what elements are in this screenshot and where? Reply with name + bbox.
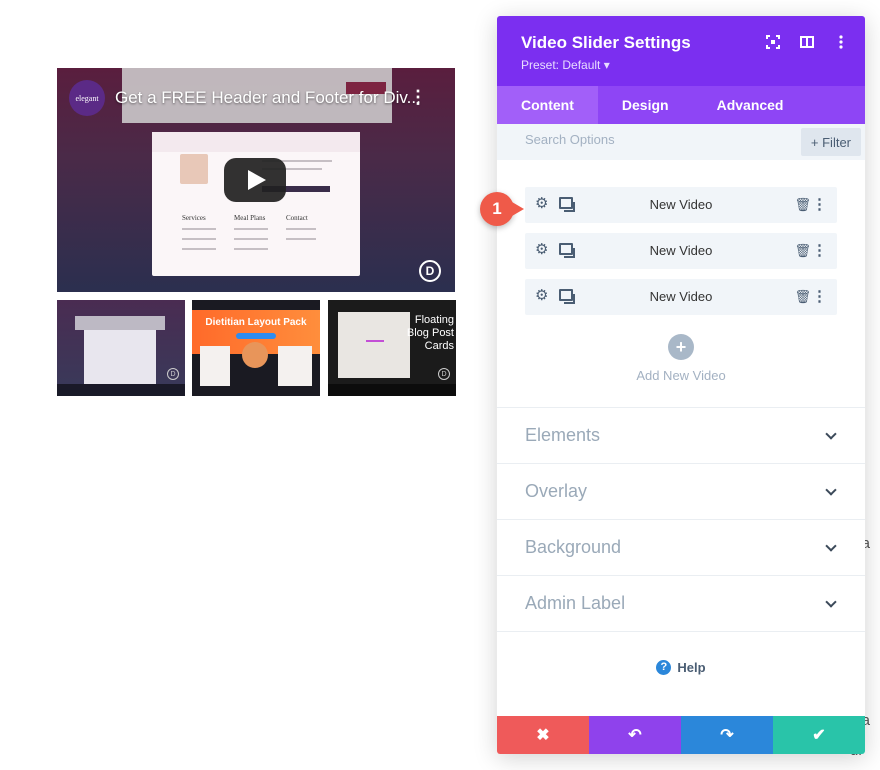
section-label: Overlay (525, 481, 588, 501)
filter-button[interactable]: + Filter (800, 128, 861, 156)
section-background[interactable]: Background (497, 519, 865, 575)
channel-logo[interactable]: elegant (69, 80, 105, 116)
duplicate-icon[interactable] (559, 197, 575, 213)
question-icon: ? (656, 660, 672, 675)
section-elements[interactable]: Elements (497, 407, 865, 463)
duplicate-icon[interactable] (559, 243, 575, 259)
chevron-down-icon (825, 484, 837, 496)
section-admin-label[interactable]: Admin Label (497, 575, 865, 631)
panel-title: Video Slider Settings (521, 33, 691, 52)
trash-icon[interactable]: 🗑 (794, 243, 811, 259)
chevron-down-icon (825, 596, 837, 608)
divi-logo-icon: D (438, 368, 450, 380)
gear-icon[interactable]: ⚙ (535, 242, 551, 258)
section-label: Background (525, 537, 622, 557)
video-title[interactable]: Get a FREE Header and Footer for Div... (115, 88, 421, 108)
video-item[interactable]: New Video ⚙ 🗑 ⋮ (525, 279, 837, 315)
video-thumbnail-2[interactable]: Dietitian Layout Pack (192, 300, 320, 396)
chevron-down-icon (825, 428, 837, 440)
divi-logo-icon: D (419, 260, 441, 282)
duplicate-icon[interactable] (559, 289, 575, 305)
tab-design[interactable]: Design (598, 86, 693, 124)
plus-icon[interactable]: + (668, 334, 694, 360)
video-player[interactable]: Services Meal Plans Contact elegant Get … (57, 68, 455, 292)
step-number-badge: 1 (480, 192, 524, 226)
more-icon[interactable] (833, 34, 849, 50)
search-options-input[interactable] (525, 132, 775, 147)
add-new-video-label[interactable]: Add New Video (497, 368, 865, 383)
expand-icon[interactable] (765, 34, 781, 50)
mock-column-contact: Contact (286, 214, 308, 222)
more-icon[interactable]: ⋮ (812, 195, 827, 213)
trash-icon[interactable]: 🗑 (794, 289, 811, 305)
settings-tabs: Content Design Advanced (497, 86, 865, 124)
tab-content[interactable]: Content (497, 86, 598, 124)
redo-button[interactable]: ↷ (681, 716, 773, 754)
video-item[interactable]: New Video ⚙ 🗑 ⋮ (525, 187, 837, 223)
divider (497, 631, 865, 632)
help-label[interactable]: Help (677, 660, 705, 675)
more-icon[interactable]: ⋮ (812, 241, 827, 259)
mock-column-services: Services (182, 214, 206, 222)
divi-logo-icon: D (167, 368, 179, 380)
gear-icon[interactable]: ⚙ (535, 196, 551, 212)
video-thumbnail-1[interactable]: D (57, 300, 185, 396)
video-thumbnail-3[interactable]: Floating Blog Post Cards D (328, 300, 456, 396)
chevron-down-icon (825, 540, 837, 552)
mock-column-meal-plans: Meal Plans (234, 214, 266, 222)
save-button[interactable]: ✔ (773, 716, 865, 754)
trash-icon[interactable]: 🗑 (794, 197, 811, 213)
cancel-button[interactable]: ✖ (497, 716, 589, 754)
search-bar: + Filter (497, 124, 865, 160)
video-menu-icon[interactable]: ⋮ (409, 88, 427, 106)
preset-selector[interactable]: Preset: Default ▾ (521, 58, 610, 72)
more-icon[interactable]: ⋮ (812, 287, 827, 305)
video-preview-mockup: Services Meal Plans Contact (152, 132, 360, 276)
gear-icon[interactable]: ⚙ (535, 288, 551, 304)
split-view-icon[interactable] (799, 34, 815, 50)
thumbnail-title: Floating Blog Post Cards (406, 314, 454, 352)
help-link[interactable]: ? Help (497, 660, 865, 675)
panel-footer: ✖ ↶ ↷ ✔ (497, 716, 865, 754)
section-overlay[interactable]: Overlay (497, 463, 865, 519)
section-label: Elements (525, 425, 601, 445)
page: s a ur s. s a ur Services Meal Plans Con… (0, 0, 880, 770)
panel-header: Video Slider Settings Preset: Default ▾ (497, 16, 865, 86)
tab-advanced[interactable]: Advanced (693, 86, 808, 124)
add-new-video[interactable]: + Add New Video (497, 334, 865, 383)
settings-panel: Video Slider Settings Preset: Default ▾ … (497, 16, 865, 754)
play-button[interactable] (224, 158, 286, 202)
undo-button[interactable]: ↶ (589, 716, 681, 754)
section-label: Admin Label (525, 593, 626, 613)
thumbnail-title: Dietitian Layout Pack (205, 317, 307, 328)
video-item[interactable]: New Video ⚙ 🗑 ⋮ (525, 233, 837, 269)
